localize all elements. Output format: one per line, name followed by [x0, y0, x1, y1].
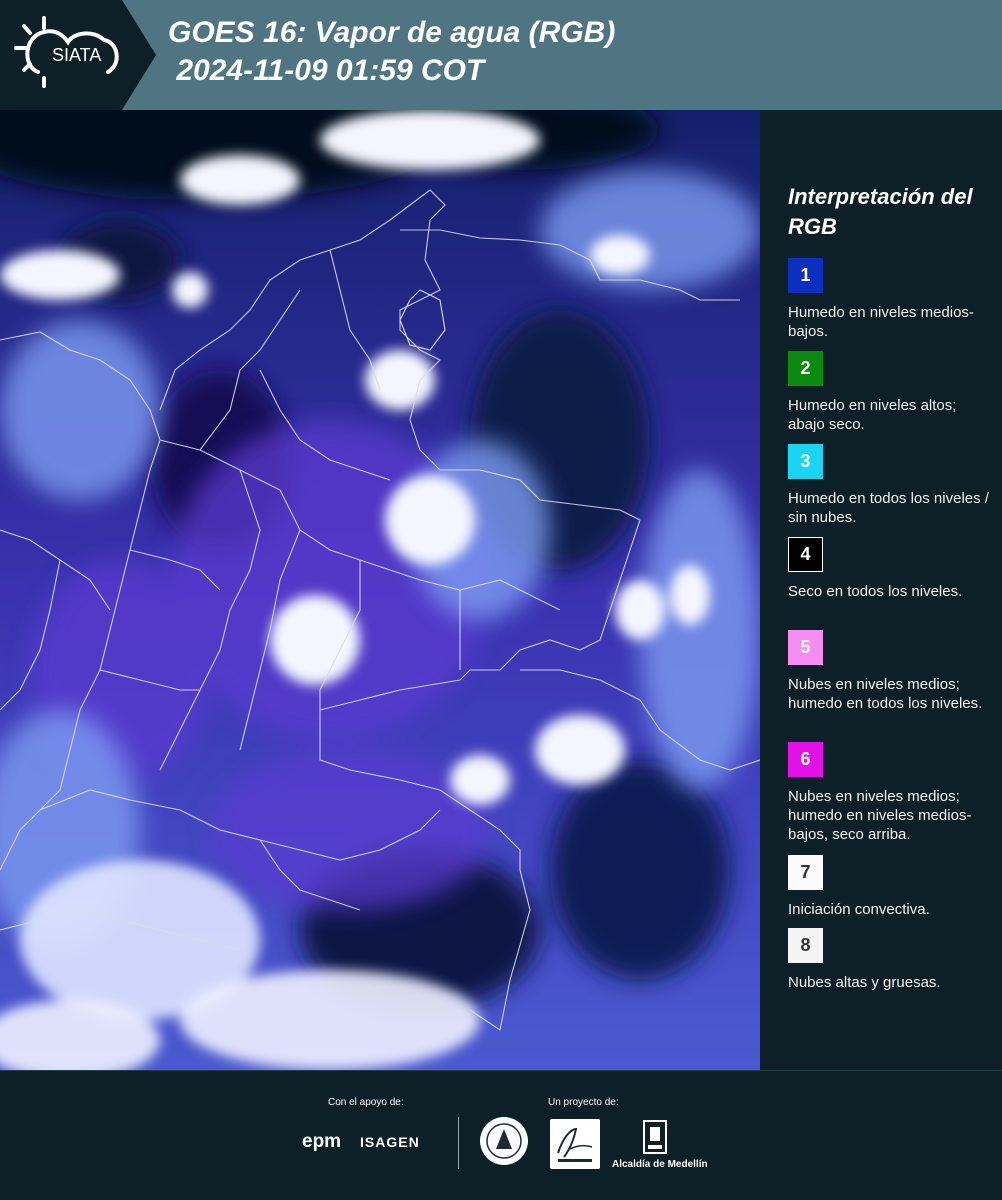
legend-item-7: 7 Iniciación convectiva.	[788, 855, 993, 919]
footer-divider	[458, 1117, 459, 1169]
legend-item-8: 8 Nubes altas y gruesas.	[788, 928, 993, 992]
legend-number-4: 4	[800, 544, 811, 564]
siata-logo-text: SIATA	[52, 45, 101, 65]
legend-swatch-8: 8	[788, 928, 823, 963]
satellite-map[interactable]	[0, 110, 760, 1070]
legend-number-7: 7	[800, 862, 811, 882]
legend-number-6: 6	[800, 749, 811, 769]
legend-text-7: Iniciación convectiva.	[788, 901, 930, 918]
legend-swatch-3: 3	[788, 444, 823, 479]
legend-number-5: 5	[800, 637, 811, 657]
legend-item-6: 6 Nubes en niveles medios; humedo en niv…	[788, 742, 993, 844]
legend-text-8: Nubes altas y gruesas.	[788, 974, 941, 991]
legend-text-6: Nubes en niveles medios; humedo en nivel…	[788, 788, 972, 843]
legend-item-5: 5 Nubes en niveles medios; humedo en tod…	[788, 630, 993, 713]
legend-item-3: 3 Humedo en todos los niveles / sin nube…	[788, 444, 993, 527]
header: SIATA GOES 16: Vapor de agua (RGB) 2024-…	[0, 0, 1002, 110]
legend-text-2: Humedo en niveles altos; abajo seco.	[788, 397, 957, 433]
legend-text-3: Humedo en todos los niveles / sin nubes.	[788, 490, 989, 526]
footer: Con el apoyo de: Un proyecto de: epm ISA…	[0, 1070, 1002, 1200]
seal-icon	[480, 1117, 528, 1165]
epm-logo: epm	[302, 1131, 342, 1152]
legend-item-2: 2 Humedo en niveles altos; abajo seco.	[788, 351, 993, 434]
legend-number-3: 3	[800, 451, 811, 471]
legend-number-8: 8	[800, 935, 811, 955]
legend-item-4: 4 Seco en todos los niveles.	[788, 537, 993, 601]
legend-swatch-4: 4	[788, 537, 823, 572]
header-notch	[122, 0, 156, 110]
siata-logo: SIATA	[14, 16, 119, 88]
alcaldia-logo-text: Alcaldía de Medellín	[612, 1159, 708, 1170]
isagen-logo: ISAGEN	[360, 1134, 420, 1150]
alcaldia-shield-icon	[643, 1120, 667, 1154]
legend-title: Interpretación del RGB	[788, 184, 973, 239]
legend-number-2: 2	[800, 358, 811, 378]
area-metropolitana-logo	[550, 1119, 600, 1169]
legend-text-1: Humedo en niveles medios-bajos.	[788, 304, 974, 340]
support-label: Con el apoyo de:	[328, 1097, 404, 1108]
legend-swatch-1: 1	[788, 258, 823, 293]
legend-text-4: Seco en todos los niveles.	[788, 583, 963, 600]
legend-swatch-6: 6	[788, 742, 823, 777]
page-title: GOES 16: Vapor de agua (RGB) 2024-11-09 …	[168, 16, 616, 87]
legend-panel: Interpretación del RGB 1 Humedo en nivel…	[770, 110, 1002, 1070]
legend-number-1: 1	[800, 265, 811, 285]
map-image	[0, 110, 760, 1070]
legend-swatch-7: 7	[788, 855, 823, 890]
legend-item-1: 1 Humedo en niveles medios-bajos.	[788, 258, 993, 341]
legend-text-5: Nubes en niveles medios; humedo en todos…	[788, 676, 983, 712]
legend-swatch-2: 2	[788, 351, 823, 386]
project-label: Un proyecto de:	[548, 1097, 619, 1108]
legend-swatch-5: 5	[788, 630, 823, 665]
